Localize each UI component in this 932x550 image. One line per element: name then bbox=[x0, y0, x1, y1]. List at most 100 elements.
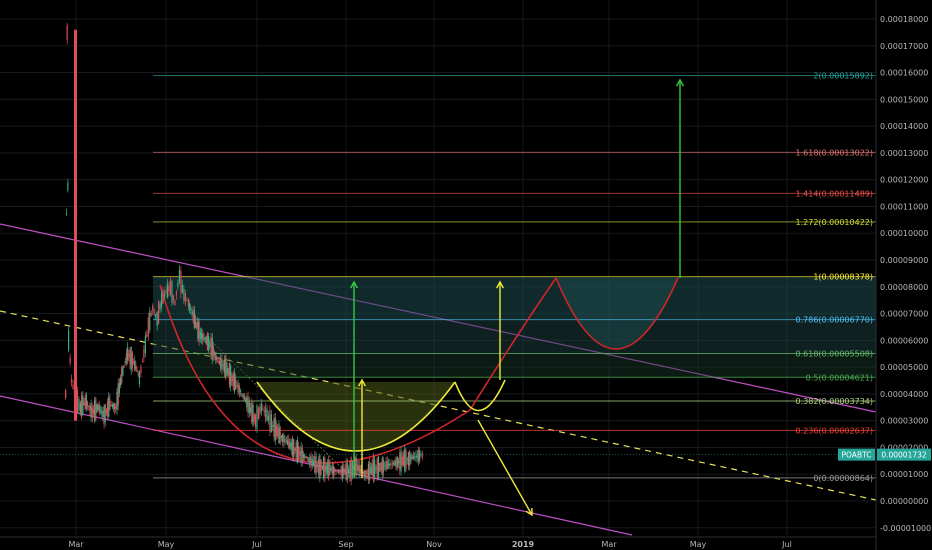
y-tick-label: 0.00016000 bbox=[880, 69, 928, 78]
y-tick-label: 0.00007000 bbox=[880, 310, 928, 319]
candle-body bbox=[93, 400, 96, 421]
candle-body bbox=[362, 471, 365, 475]
candle-body bbox=[158, 301, 160, 324]
candle-body bbox=[252, 404, 254, 427]
candle-body bbox=[79, 402, 82, 413]
y-tick-label: 0.00012000 bbox=[880, 176, 928, 185]
candle-body bbox=[348, 468, 350, 473]
candle-body bbox=[136, 370, 138, 372]
candle-body bbox=[387, 463, 390, 467]
candle-body bbox=[190, 308, 192, 310]
candle-body bbox=[418, 449, 421, 461]
candle-body bbox=[168, 285, 170, 292]
candle-body bbox=[385, 461, 387, 470]
candle-body bbox=[117, 383, 119, 406]
candle-body bbox=[149, 311, 151, 331]
y-tick-label: 0.00015000 bbox=[880, 95, 928, 104]
candle-body bbox=[203, 337, 205, 339]
candle-body bbox=[84, 396, 86, 410]
fill-zone-2 bbox=[153, 319, 876, 354]
candle-body bbox=[393, 463, 395, 465]
candle-body bbox=[247, 396, 249, 414]
candle-body bbox=[175, 292, 178, 296]
candle-body bbox=[233, 372, 235, 392]
candle-body bbox=[380, 462, 382, 471]
candle-body bbox=[124, 361, 126, 364]
y-tick-label: 0.00001000 bbox=[880, 470, 928, 479]
candle-body bbox=[351, 460, 353, 477]
candle-body bbox=[251, 402, 253, 423]
candle-body bbox=[248, 401, 250, 414]
candle-body bbox=[396, 457, 398, 468]
candle-body bbox=[65, 389, 67, 398]
candle-body bbox=[217, 361, 219, 363]
candle-body bbox=[310, 455, 312, 467]
candle-body bbox=[290, 442, 292, 450]
candle-body bbox=[150, 313, 152, 316]
candle-body bbox=[226, 363, 228, 376]
candle-body bbox=[274, 417, 276, 441]
x-tick-label: May bbox=[158, 540, 175, 549]
candle-body bbox=[355, 457, 357, 476]
candle-body bbox=[105, 409, 107, 413]
candle-body bbox=[114, 403, 116, 411]
candle-body bbox=[160, 293, 163, 308]
candle-body bbox=[90, 403, 92, 418]
candle-body bbox=[188, 303, 191, 309]
candle-body bbox=[162, 291, 164, 304]
candle-body bbox=[288, 439, 290, 449]
candle-body bbox=[78, 399, 80, 411]
y-tick-label: 0.00018000 bbox=[880, 15, 928, 24]
candle-body bbox=[417, 450, 419, 462]
candle-body bbox=[384, 465, 386, 467]
candle-body bbox=[197, 318, 199, 339]
candle-body bbox=[369, 461, 371, 481]
candle-body bbox=[227, 368, 229, 375]
candle-body bbox=[65, 213, 68, 215]
candle-body bbox=[159, 303, 161, 310]
candle-body bbox=[230, 365, 232, 387]
candle-body bbox=[269, 409, 271, 432]
candle-body bbox=[208, 336, 210, 351]
candle-body bbox=[296, 440, 298, 464]
candle-body bbox=[257, 408, 260, 420]
candle-body bbox=[277, 427, 279, 437]
candle-body bbox=[193, 309, 195, 328]
candle-body bbox=[409, 450, 411, 467]
candle-body bbox=[367, 464, 370, 480]
candle-body bbox=[200, 333, 203, 340]
candle-body bbox=[221, 358, 223, 370]
x-tick-label: Mar bbox=[68, 540, 84, 549]
candle-body bbox=[283, 435, 285, 443]
candle-body bbox=[306, 457, 308, 460]
candle-body bbox=[317, 459, 320, 474]
x-tick-label: Nov bbox=[426, 540, 442, 549]
candle-body bbox=[394, 460, 396, 466]
candle-body bbox=[215, 352, 217, 361]
candle-body bbox=[249, 407, 252, 413]
candle-body bbox=[163, 294, 166, 296]
candle-body bbox=[225, 356, 227, 378]
candle-body bbox=[98, 404, 100, 413]
y-tick-label: 0.00004000 bbox=[880, 390, 928, 399]
fib-label: 0.786(0.00006770) bbox=[796, 316, 874, 325]
current-price-label: 0.00001732 bbox=[881, 451, 927, 460]
candle-body bbox=[85, 395, 87, 409]
fib-label: 1.618(0.00013022) bbox=[796, 148, 874, 157]
candle-body bbox=[279, 427, 281, 444]
candle-body bbox=[125, 353, 128, 363]
candle-body bbox=[211, 337, 213, 360]
candle-body bbox=[339, 471, 341, 473]
candle-body bbox=[140, 366, 142, 373]
candle-body bbox=[280, 435, 283, 438]
candle-body bbox=[412, 455, 414, 460]
candle-body bbox=[88, 406, 90, 408]
candle-body bbox=[294, 448, 296, 451]
candle-body bbox=[67, 182, 69, 191]
candle-body bbox=[341, 465, 344, 478]
candle-body bbox=[127, 347, 129, 361]
candle-body bbox=[376, 458, 378, 477]
candle-body bbox=[244, 399, 247, 401]
candle-body bbox=[275, 425, 278, 436]
candle-body bbox=[307, 459, 310, 461]
